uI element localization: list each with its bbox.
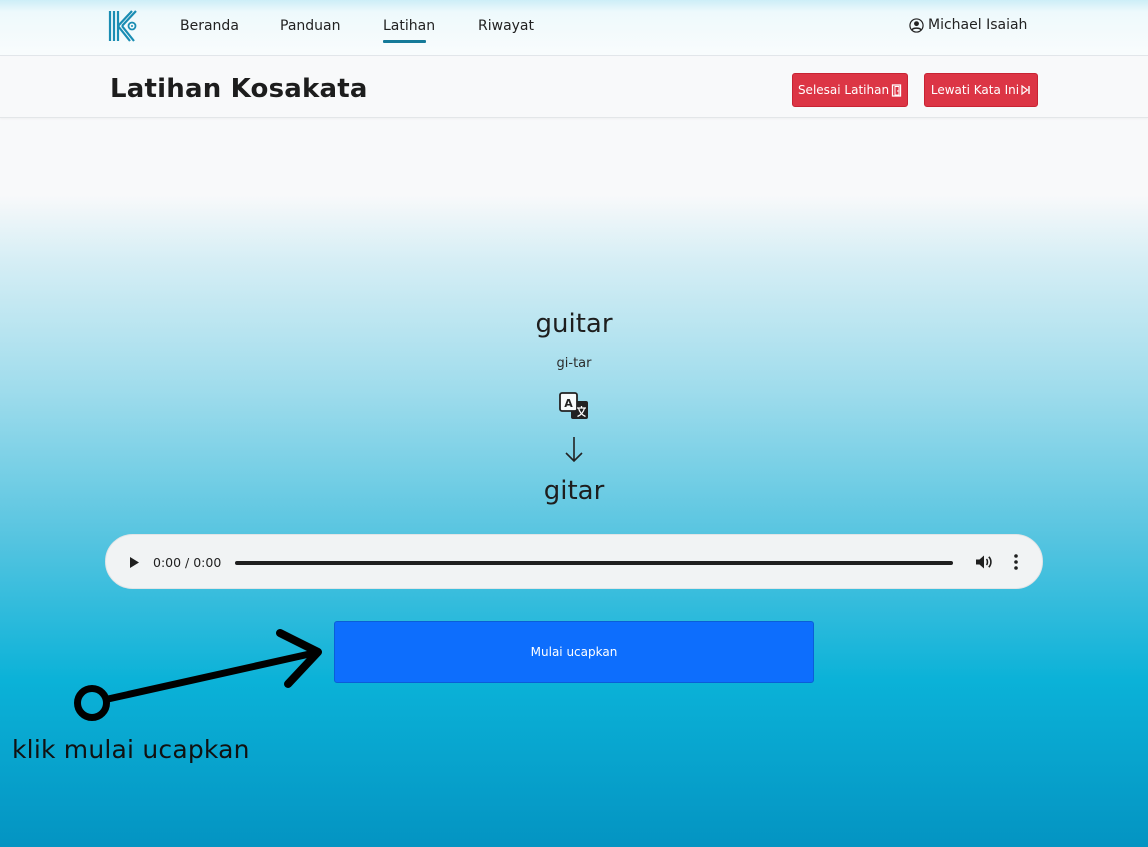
english-word: guitar bbox=[535, 309, 613, 339]
page-title: Latihan Kosakata bbox=[110, 74, 368, 104]
skip-word-label: Lewati Kata Ini bbox=[930, 83, 1020, 97]
skip-forward-icon bbox=[1021, 85, 1031, 95]
skip-word-button[interactable]: Lewati Kata Ini bbox=[924, 73, 1038, 107]
finish-practice-label: Selesai Latihan bbox=[797, 83, 890, 97]
annotation-arrow-icon bbox=[66, 624, 328, 724]
more-options-icon[interactable] bbox=[1011, 552, 1021, 572]
volume-icon[interactable] bbox=[974, 552, 994, 572]
finish-practice-button[interactable]: Selesai Latihan bbox=[792, 73, 908, 107]
translate-icon: A bbox=[558, 391, 590, 421]
indonesian-word: gitar bbox=[543, 476, 605, 506]
nav-riwayat[interactable]: Riwayat bbox=[478, 18, 534, 34]
svg-text:A: A bbox=[564, 397, 573, 410]
audio-progress-track[interactable] bbox=[235, 561, 953, 565]
audio-player: 0:00 / 0:00 bbox=[105, 534, 1043, 589]
user-menu[interactable]: Michael Isaiah bbox=[909, 17, 1027, 33]
audio-time: 0:00 / 0:00 bbox=[153, 555, 222, 570]
door-exit-icon bbox=[891, 83, 902, 97]
nav-panduan[interactable]: Panduan bbox=[280, 18, 340, 34]
app-logo-icon[interactable] bbox=[108, 9, 139, 43]
user-name: Michael Isaiah bbox=[928, 17, 1028, 33]
nav-active-indicator bbox=[383, 40, 426, 43]
start-speaking-button[interactable]: Mulai ucapkan bbox=[334, 621, 814, 683]
play-icon[interactable] bbox=[126, 554, 142, 571]
nav-latihan[interactable]: Latihan bbox=[383, 18, 435, 34]
syllable-breakdown: gi-tar bbox=[556, 356, 592, 371]
top-navbar: Beranda Panduan Latihan Riwayat Michael … bbox=[0, 0, 1148, 56]
arrow-down-icon bbox=[563, 436, 585, 463]
annotation-text: klik mulai ucapkan bbox=[12, 735, 250, 764]
nav-beranda[interactable]: Beranda bbox=[180, 18, 239, 34]
user-circle-icon bbox=[909, 17, 924, 33]
page-header: Latihan Kosakata Selesai Latihan Lewati … bbox=[0, 57, 1148, 118]
